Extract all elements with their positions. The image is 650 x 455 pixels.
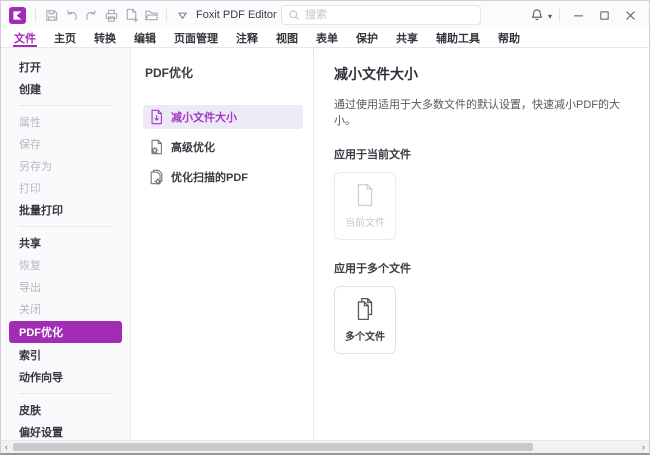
panel-item-reduce-file-size[interactable]: 减小文件大小	[143, 105, 303, 129]
menu-item-view[interactable]: 视图	[267, 29, 307, 47]
sidebar-item-action-wizard[interactable]: 动作向导	[1, 366, 130, 388]
menu-item-comment[interactable]: 注释	[227, 29, 267, 47]
card-label: 多个文件	[345, 328, 385, 343]
sidebar-item-export: 导出	[1, 276, 130, 298]
file-menu-sidebar: 打开 创建 属性 保存 另存为 打印 批量打印 共享 恢复 导出 关闭 PDF优…	[1, 48, 131, 440]
content-title: 减小文件大小	[334, 64, 629, 84]
minimize-icon[interactable]	[565, 4, 591, 26]
sidebar-item-index[interactable]: 索引	[1, 344, 130, 366]
menu-item-accessibility[interactable]: 辅助工具	[427, 29, 489, 47]
sidebar-item-preferences[interactable]: 偏好设置	[1, 421, 130, 440]
compress-file-icon	[149, 109, 164, 125]
sidebar-divider	[19, 393, 112, 394]
menu-item-convert[interactable]: 转换	[85, 29, 125, 47]
title-bar: Foxit PDF Editor ▾	[1, 1, 649, 29]
open-folder-icon[interactable]	[141, 5, 161, 25]
sidebar-divider	[19, 226, 112, 227]
menu-item-page-management[interactable]: 页面管理	[165, 29, 227, 47]
scrollbar-thumb[interactable]	[13, 443, 533, 451]
menu-item-share[interactable]: 共享	[387, 29, 427, 47]
toolbar-separator	[35, 8, 36, 22]
maximize-icon[interactable]	[591, 4, 617, 26]
panel-item-advanced-optimization[interactable]: 高级优化	[143, 135, 303, 159]
sidebar-item-skin[interactable]: 皮肤	[1, 399, 130, 421]
sidebar-item-pdf-optimize[interactable]: PDF优化	[9, 321, 122, 343]
close-icon[interactable]	[617, 4, 643, 26]
panel-title: PDF优化	[145, 64, 303, 81]
sidebar-item-close: 关闭	[1, 298, 130, 320]
toolbar-separator	[166, 8, 167, 22]
print-icon[interactable]	[101, 5, 121, 25]
section-label-current-file: 应用于当前文件	[334, 146, 629, 162]
menu-item-help[interactable]: 帮助	[489, 29, 529, 47]
undo-icon[interactable]	[61, 5, 81, 25]
panel-item-label: 减小文件大小	[171, 109, 237, 125]
menu-item-file[interactable]: 文件	[5, 29, 45, 47]
reduce-file-size-content: 减小文件大小 通过使用适用于大多数文件的默认设置，快速减小PDF的大小。 应用于…	[314, 48, 649, 440]
new-document-icon[interactable]	[121, 5, 141, 25]
search-icon	[288, 9, 300, 21]
menu-item-home[interactable]: 主页	[45, 29, 85, 47]
single-file-icon	[355, 183, 375, 207]
redo-icon[interactable]	[81, 5, 101, 25]
scroll-right-arrow-icon[interactable]: ›	[638, 441, 649, 454]
search-input[interactable]	[305, 9, 474, 21]
toolbar-separator	[559, 8, 560, 22]
optimize-scanned-pdf-icon	[149, 169, 164, 185]
pdf-optimize-panel: PDF优化 减小文件大小 高级优化 优化扫描的PDF	[131, 48, 314, 440]
sidebar-item-open[interactable]: 打开	[1, 56, 130, 78]
foxit-logo[interactable]	[9, 7, 26, 24]
panel-item-optimize-scanned-pdf[interactable]: 优化扫描的PDF	[143, 165, 303, 189]
sidebar-item-save-as: 另存为	[1, 155, 130, 177]
menu-item-edit[interactable]: 编辑	[125, 29, 165, 47]
sidebar-item-properties: 属性	[1, 111, 130, 133]
horizontal-scrollbar[interactable]: ‹ ›	[1, 440, 649, 453]
scroll-left-arrow-icon[interactable]: ‹	[1, 441, 12, 454]
panel-item-label: 高级优化	[171, 139, 215, 155]
quick-access-chevron-icon[interactable]	[172, 5, 192, 25]
multiple-files-card[interactable]: 多个文件	[334, 286, 396, 354]
content-description: 通过使用适用于大多数文件的默认设置，快速减小PDF的大小。	[334, 96, 629, 128]
multiple-files-icon	[355, 297, 375, 321]
sidebar-item-print: 打印	[1, 177, 130, 199]
sidebar-item-create[interactable]: 创建	[1, 78, 130, 100]
menu-bar: 文件 主页 转换 编辑 页面管理 注释 视图 表单 保护 共享 辅助工具 帮助	[1, 29, 649, 48]
menu-item-protect[interactable]: 保护	[347, 29, 387, 47]
search-box[interactable]	[281, 5, 481, 25]
bell-dropdown-caret-icon[interactable]: ▾	[548, 12, 552, 21]
bell-icon[interactable]	[527, 4, 547, 26]
panel-item-label: 优化扫描的PDF	[171, 169, 248, 185]
sidebar-item-share[interactable]: 共享	[1, 232, 130, 254]
section-label-multiple-files: 应用于多个文件	[334, 260, 629, 276]
app-title: Foxit PDF Editor	[196, 9, 277, 21]
backstage-body: 打开 创建 属性 保存 另存为 打印 批量打印 共享 恢复 导出 关闭 PDF优…	[1, 48, 649, 440]
save-icon[interactable]	[41, 5, 61, 25]
app-window: Foxit PDF Editor ▾ 文件 主页 转换 编辑	[0, 0, 650, 455]
sidebar-item-revert: 恢复	[1, 254, 130, 276]
titlebar-right-controls: ▾	[527, 1, 643, 29]
sidebar-divider	[19, 105, 112, 106]
sidebar-item-batch-print[interactable]: 批量打印	[1, 199, 130, 221]
card-label: 当前文件	[345, 214, 385, 229]
current-file-card: 当前文件	[334, 172, 396, 240]
sidebar-item-save: 保存	[1, 133, 130, 155]
advanced-optimize-icon	[149, 139, 164, 155]
menu-item-form[interactable]: 表单	[307, 29, 347, 47]
